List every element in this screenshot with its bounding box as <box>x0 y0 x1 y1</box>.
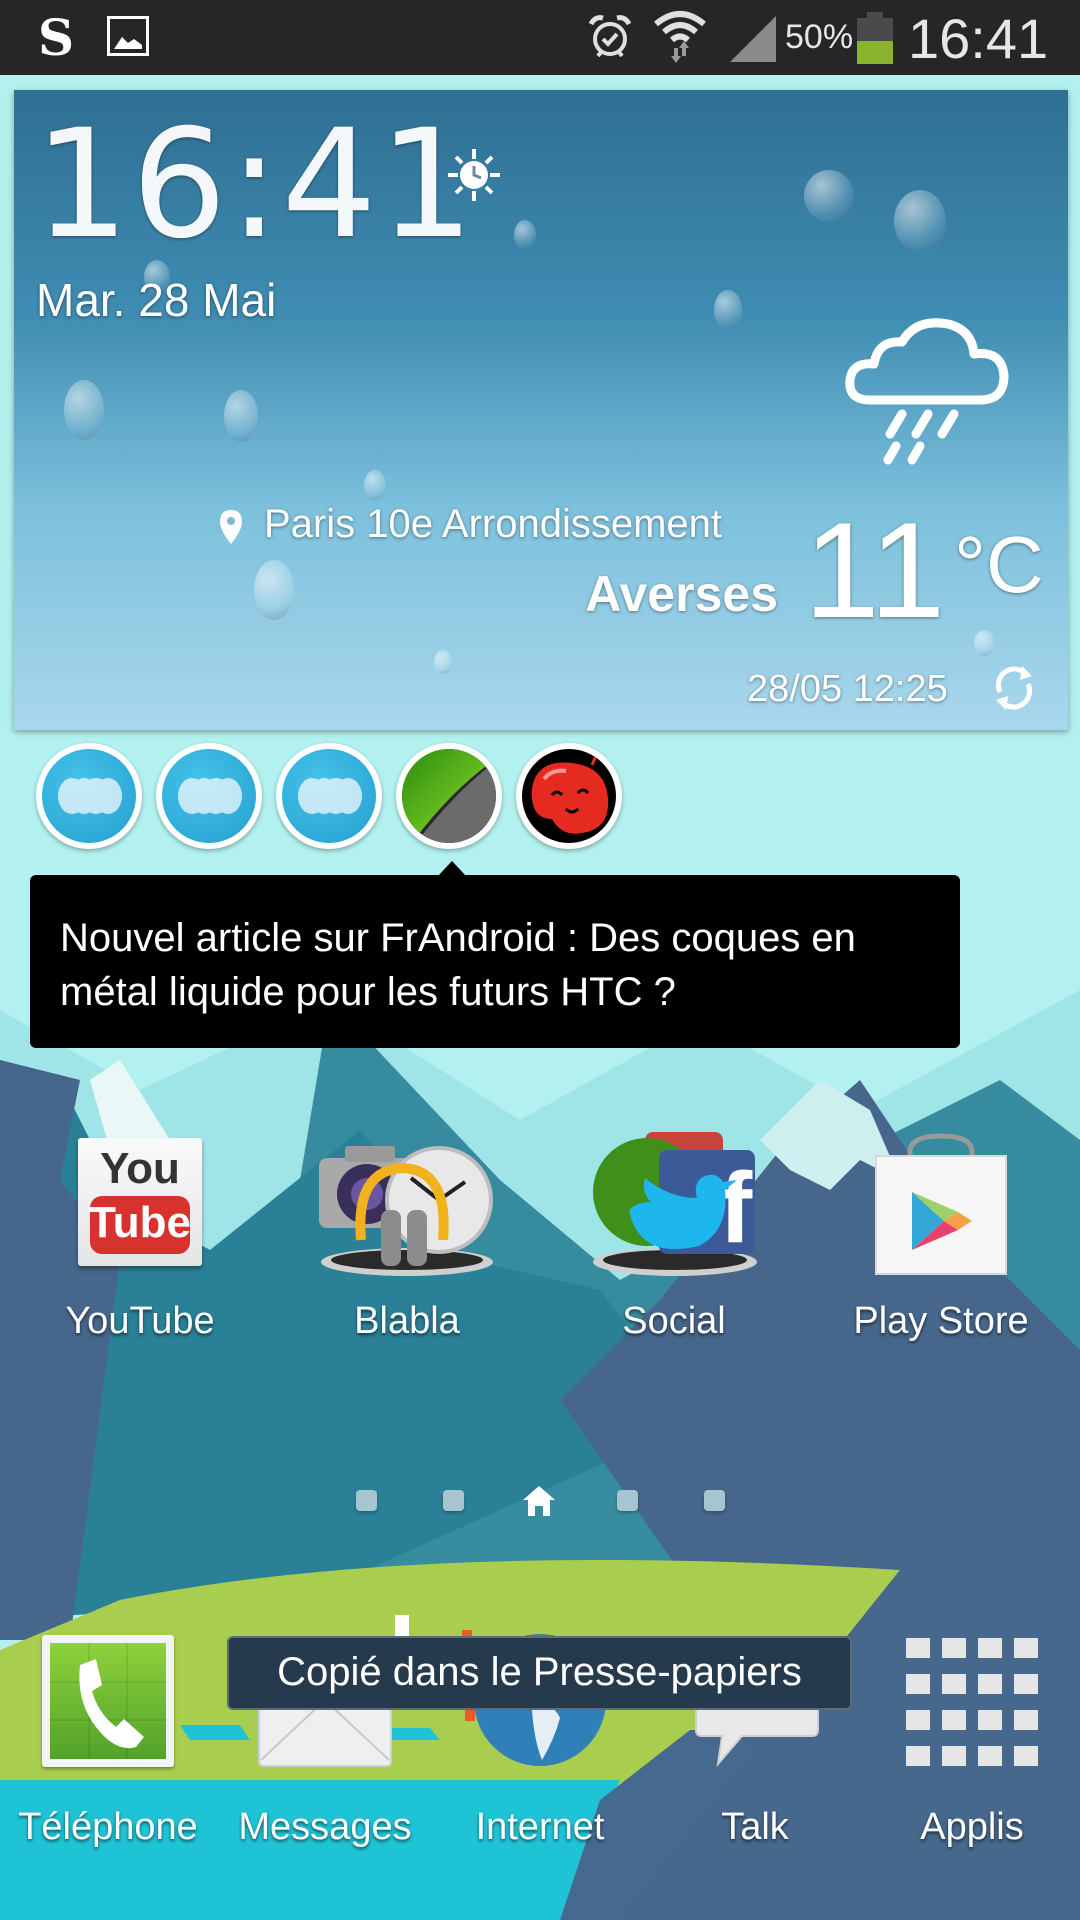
signal-icon <box>730 16 776 62</box>
weather-widget[interactable]: 16:41 Mar. 28 Mai Paris 10e Arrondisseme… <box>14 90 1068 730</box>
widget-time[interactable]: 16:41 <box>34 110 476 260</box>
widget-temperature-unit: °C <box>954 520 1044 609</box>
app-label: Social <box>622 1300 726 1342</box>
dock-label: Messages <box>238 1806 412 1848</box>
home-icon[interactable] <box>522 1484 556 1518</box>
notification-popup[interactable]: Nouvel article sur FrAndroid : Des coque… <box>30 875 960 1048</box>
bubble-app-1[interactable] <box>36 743 142 849</box>
gallery-image-icon <box>107 16 149 56</box>
bubble-frandroid[interactable] <box>396 743 502 849</box>
page-dot-2[interactable] <box>443 1490 464 1511</box>
bubble-app-3[interactable] <box>276 743 382 849</box>
app-label: YouTube <box>65 1300 215 1342</box>
blue-dots-icon <box>298 778 362 814</box>
bubble-jellybean[interactable] <box>516 743 622 849</box>
folder-media-icon <box>319 1146 493 1276</box>
green-sphere-icon <box>402 749 496 843</box>
widget-date[interactable]: Mar. 28 Mai <box>36 273 276 327</box>
page-dot-4[interactable] <box>617 1490 638 1511</box>
swype-s-icon: S <box>38 8 75 67</box>
dock-label: Téléphone <box>18 1806 198 1848</box>
alarm-icon <box>588 15 632 58</box>
widget-condition: Averses <box>585 566 778 622</box>
status-bar: S 50% 16:41 <box>0 0 1080 75</box>
blue-dots-icon <box>58 778 122 814</box>
status-time: 16:41 <box>908 7 1049 70</box>
page-dot-5[interactable] <box>704 1490 725 1511</box>
phone-icon <box>42 1635 174 1767</box>
widget-location[interactable]: Paris 10e Arrondissement <box>264 502 722 547</box>
location-pin-icon <box>220 510 242 544</box>
wifi-icon <box>654 11 706 63</box>
blue-dots-icon <box>178 778 242 814</box>
red-jellybean-icon <box>531 750 609 834</box>
widget-temperature: 11 <box>804 494 946 646</box>
notification-text[interactable]: Nouvel article sur FrAndroid : Des coque… <box>60 911 940 1019</box>
page-dot-1[interactable] <box>356 1490 377 1511</box>
youtube-tube-text: Tube <box>89 1198 191 1247</box>
battery-percent: 50% <box>785 18 854 56</box>
youtube-icon: You Tube <box>78 1138 202 1266</box>
play-store-icon <box>875 1133 1007 1275</box>
widget-updated: 28/05 12:25 <box>747 668 948 710</box>
toast-text: Copié dans le Presse-papiers <box>277 1650 802 1694</box>
apps-grid-icon <box>906 1638 1038 1766</box>
dock-label: Internet <box>475 1806 605 1848</box>
cloud-rain-icon <box>845 318 1009 465</box>
youtube-you-text: You <box>100 1144 180 1193</box>
popup-arrow <box>438 861 466 876</box>
sun-clock-icon <box>448 149 500 201</box>
bubble-app-2[interactable] <box>156 743 262 849</box>
dock-label: Talk <box>721 1806 789 1848</box>
folder-social-icon: f <box>593 1132 757 1276</box>
refresh-icon[interactable] <box>992 662 1036 714</box>
battery-icon <box>857 12 893 64</box>
app-label: Play Store <box>853 1300 1029 1342</box>
dock-label: Applis <box>920 1806 1024 1848</box>
app-label: Blabla <box>354 1300 460 1342</box>
toast: Copié dans le Presse-papiers <box>227 1636 852 1710</box>
